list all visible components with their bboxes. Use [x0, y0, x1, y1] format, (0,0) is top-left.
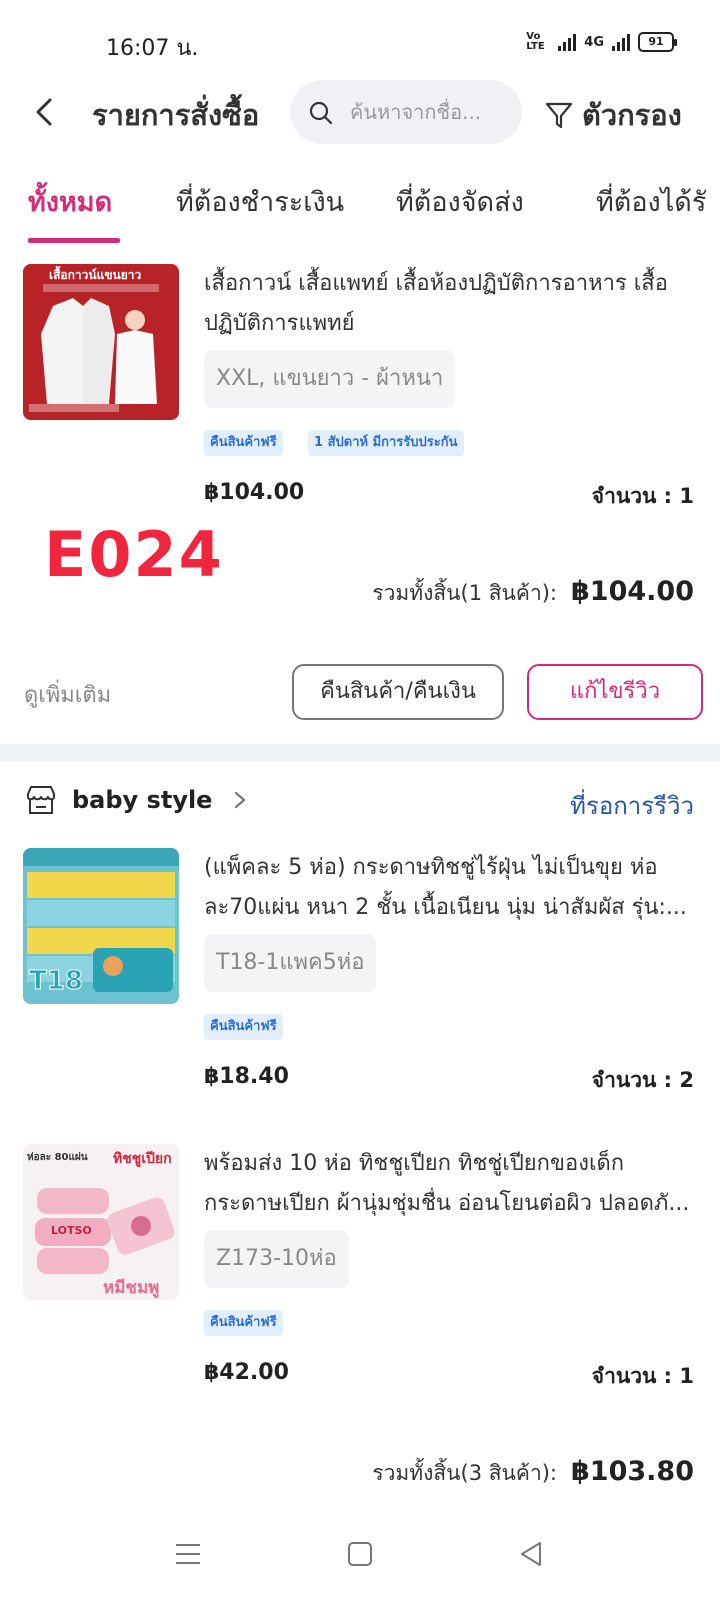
- order-total-amount: ฿104.00: [571, 576, 694, 607]
- system-nav-bar: [0, 1510, 720, 1600]
- wet-wipes-image-color: หมีชมพู: [103, 1278, 160, 1298]
- product-name[interactable]: เสื้อกาวน์ เสื้อแพทย์ เสื้อห้องปฏิบัติกา…: [204, 264, 696, 344]
- product-quantity: จำนวน : 1: [591, 1364, 694, 1388]
- tab-all[interactable]: ทั้งหมด: [28, 180, 112, 223]
- lab-coat-image: [23, 264, 179, 420]
- search-input[interactable]: [350, 96, 510, 128]
- page-title: รายการสั่งซื้อ: [92, 98, 260, 132]
- order-total: รวมทั้งสิ้น(3 สินค้า): ฿103.80: [372, 1456, 694, 1490]
- product-variant: T18-1แพค5ห่อ: [204, 934, 377, 992]
- order-total-label: รวมทั้งสิ้น(1 สินค้า):: [372, 581, 558, 605]
- shop-header[interactable]: baby style: [24, 784, 248, 816]
- search-icon: [309, 101, 333, 125]
- badge-free-return: คืนสินค้าฟรี: [204, 430, 283, 456]
- product-price: ฿104.00: [204, 480, 305, 505]
- search-bar[interactable]: [290, 80, 522, 144]
- order-total-amount: ฿103.80: [571, 1456, 694, 1487]
- order-total-label: รวมทั้งสิ้น(3 สินค้า):: [372, 1461, 558, 1485]
- store-icon: [27, 786, 55, 814]
- product-image-lab-coat[interactable]: เสื้อกาวน์แขนยาว: [23, 264, 179, 420]
- product-image-tissue[interactable]: T18: [23, 848, 179, 1004]
- see-more-link[interactable]: ดูเพิ่มเติม: [24, 677, 111, 712]
- status-icons: Vo LTE 4G 91: [526, 31, 677, 52]
- badge-warranty: 1 สัปดาห์ มีการรับประกัน: [308, 430, 464, 456]
- product-variant: Z173-10ห่อ: [204, 1230, 349, 1288]
- home-icon[interactable]: [340, 1536, 380, 1572]
- tab-to-receive[interactable]: ที่ต้องได้รั: [596, 180, 706, 223]
- shop-name[interactable]: baby style: [72, 786, 212, 814]
- volte-icon: Vo LTE: [526, 31, 545, 52]
- status-bar: 16:07 น. Vo LTE 4G 91: [0, 0, 720, 80]
- chevron-right-icon: [235, 791, 246, 809]
- filter-icon: [545, 102, 573, 129]
- signal-icon-2: [612, 33, 630, 51]
- status-time: 16:07 น.: [106, 36, 199, 61]
- filter-button[interactable]: ตัวกรอง: [544, 92, 682, 138]
- header: รายการสั่งซื้อ ตัวกรอง: [0, 78, 720, 148]
- badge-free-return: คืนสินค้าฟรี: [204, 1310, 283, 1336]
- order-status: ที่รอการรีวิว: [570, 792, 694, 820]
- back-icon[interactable]: [512, 1536, 552, 1572]
- edit-review-button[interactable]: แก้ไขรีวิว: [527, 664, 703, 720]
- tab-active-indicator: [28, 238, 120, 243]
- product-image-wet-wipes[interactable]: ห่อละ 80แผ่น ทิชชูเปียก LOTSO หมีชมพู: [23, 1144, 179, 1300]
- return-refund-button[interactable]: คืนสินค้า/คืนเงิน: [292, 664, 504, 720]
- order-total: รวมทั้งสิ้น(1 สินค้า): ฿104.00: [372, 576, 694, 610]
- product-quantity: จำนวน : 1: [591, 484, 694, 508]
- back-arrow-icon[interactable]: [28, 92, 64, 132]
- section-divider: [0, 744, 720, 762]
- badge-free-return: คืนสินค้าฟรี: [204, 1014, 283, 1040]
- tissue-image-caption: T18: [29, 966, 84, 997]
- menu-icon[interactable]: [168, 1536, 208, 1572]
- product-name[interactable]: (แพ็คละ 5 ห่อ) กระดาษทิชชู่ไร้ฝุ่น ไม่เป…: [204, 848, 696, 928]
- tab-to-pay[interactable]: ที่ต้องชำระเงิน: [176, 180, 344, 223]
- product-price: ฿18.40: [204, 1064, 289, 1089]
- lab-coat-image-caption: เสื้อกาวน์แขนยาว: [49, 268, 142, 282]
- filter-label: ตัวกรอง: [582, 98, 682, 132]
- product-variant: XXL, แขนยาว - ผ้าหนา: [204, 350, 456, 408]
- tab-to-ship[interactable]: ที่ต้องจัดส่ง: [396, 180, 524, 223]
- network-4g-icon: 4G: [584, 34, 604, 50]
- watermark-code: E024: [44, 518, 224, 591]
- product-name[interactable]: พร้อมส่ง 10 ห่อ ทิชชูเปียก ทิชชู่เปียกขอ…: [204, 1144, 696, 1224]
- order-tabs: ทั้งหมด ที่ต้องชำระเงิน ที่ต้องจัดส่ง ที…: [0, 176, 720, 246]
- wet-wipes-image-label: ห่อละ 80แผ่น: [27, 1152, 88, 1163]
- battery-icon: 91: [638, 32, 677, 52]
- wet-wipes-image-brand: LOTSO: [51, 1224, 92, 1237]
- product-quantity: จำนวน : 2: [591, 1068, 694, 1092]
- signal-icon: [558, 33, 577, 51]
- wet-wipes-image-caption: ทิชชูเปียก: [113, 1151, 172, 1167]
- product-price: ฿42.00: [204, 1360, 289, 1385]
